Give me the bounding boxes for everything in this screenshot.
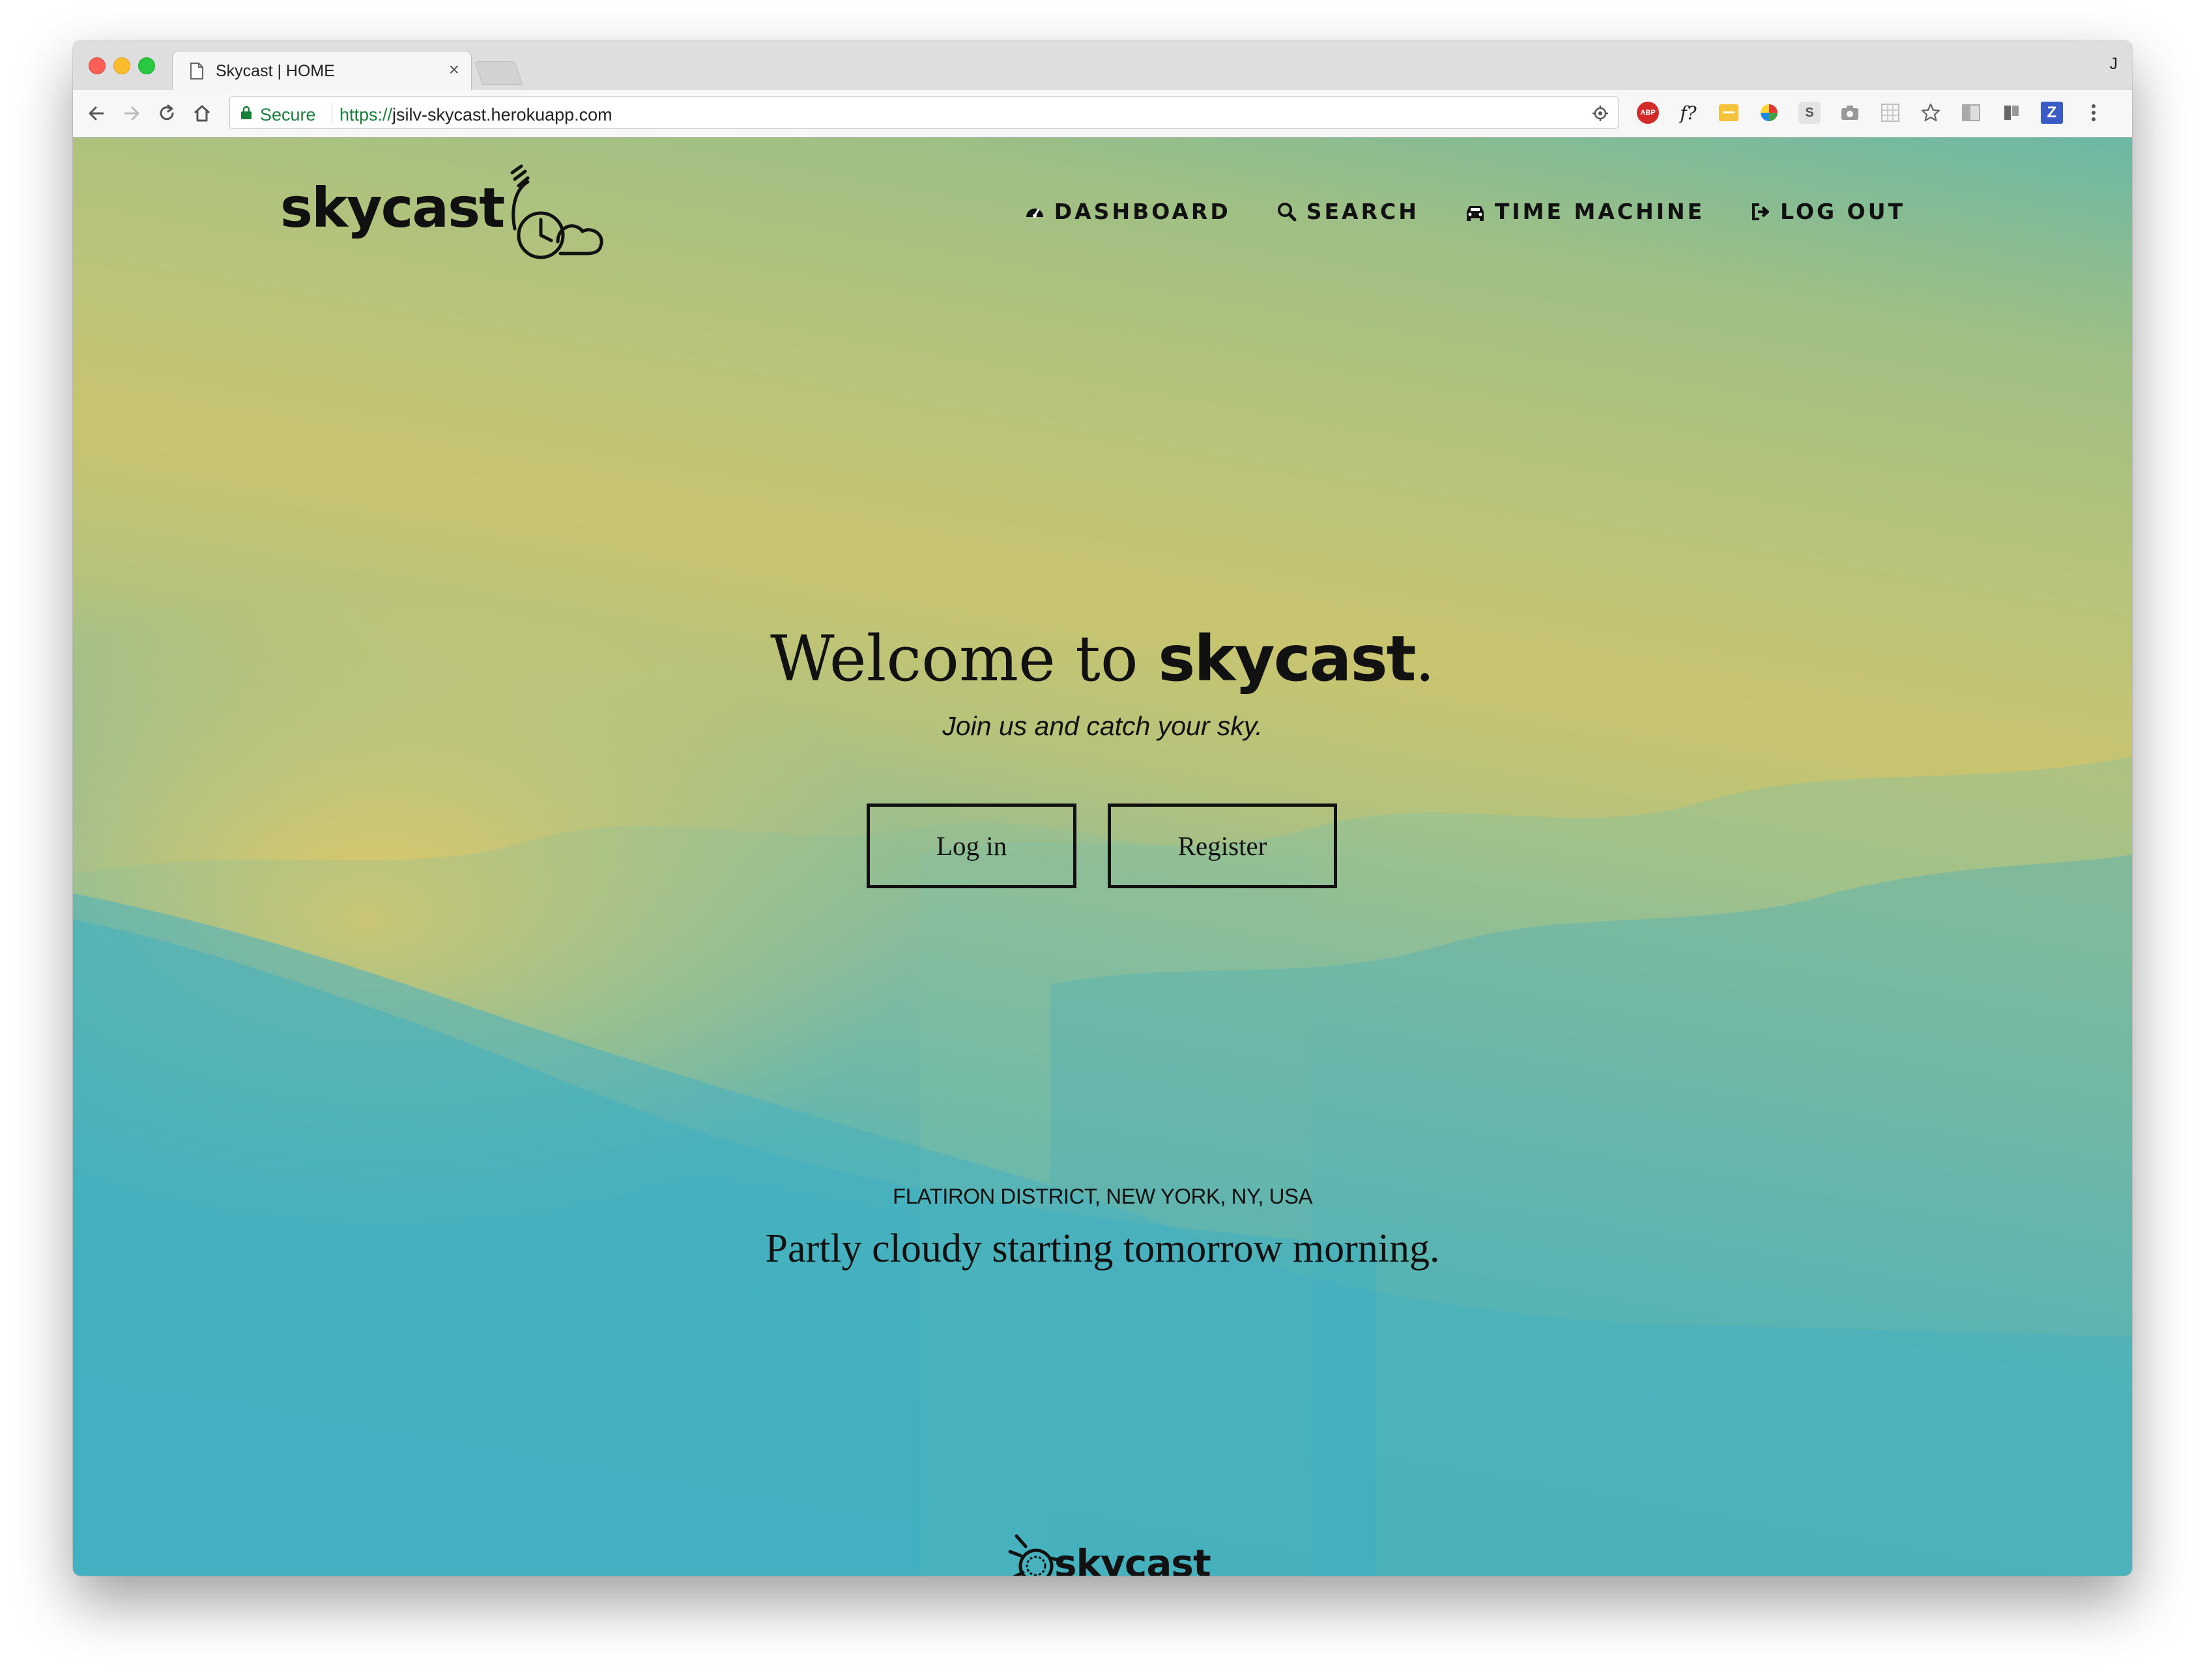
colorpicker-icon[interactable] [1758, 102, 1780, 124]
weather-location: FLATIRON DISTRICT, NEW YORK, NY, USA [893, 1184, 1312, 1208]
brand-wordmark: skycast [280, 176, 505, 240]
reader-icon[interactable] [1960, 102, 1982, 124]
notes-icon[interactable] [1718, 102, 1740, 124]
hero-subtitle: Join us and catch your sky. [942, 711, 1263, 741]
bookmark-glyph [2004, 106, 2019, 120]
car-icon [1466, 205, 1484, 221]
home-icon[interactable] [192, 103, 212, 124]
new-tab-button[interactable] [474, 61, 523, 85]
page-icon [190, 63, 203, 80]
hero-title-suffix: . [1415, 622, 1435, 695]
tab-title: Skycast | HOME [216, 62, 335, 80]
camera-icon[interactable] [1839, 102, 1861, 124]
weather-summary: Partly cloudy starting tomorrow morning. [765, 1226, 1440, 1271]
register-button[interactable]: Register [1108, 804, 1337, 888]
hero-title-brand: skycast [1158, 622, 1416, 695]
browser-toolbar: Secure https://jsilv-skycast.herokuapp.c… [73, 90, 2132, 138]
menu-icon[interactable] [2082, 102, 2105, 124]
tab-strip: Skycast | HOME × J [73, 40, 2132, 91]
sign-out-icon [1752, 203, 1770, 220]
url-host: jsilv-skycast.herokuapp.com [392, 105, 612, 124]
search-icon [1277, 202, 1297, 221]
reader-glyph [1962, 104, 1980, 121]
nav-search[interactable]: SEARCH [1276, 199, 1419, 224]
main-nav: DASHBOARD SEARCH TIME MACHINE LOG OUT [1024, 199, 1905, 224]
location-icon[interactable] [1592, 105, 1609, 122]
browser-window: Skycast | HOME × J Secure https://jsilv-… [73, 40, 2132, 1576]
fontface-icon[interactable]: f? [1677, 102, 1699, 124]
hero-title-prefix: Welcome to [770, 622, 1159, 695]
footer-logo[interactable]: skycast [1007, 1532, 1211, 1576]
fontface-label: f? [1680, 102, 1697, 124]
tab-close-icon[interactable]: × [449, 60, 459, 80]
bookmark-icon[interactable] [2000, 102, 2023, 124]
brand-logo[interactable]: skycast [280, 160, 606, 264]
url-text[interactable]: https://jsilv-skycast.herokuapp.com [339, 105, 612, 125]
abp-label: ABP [1640, 109, 1656, 117]
window-maximize-button[interactable] [138, 57, 155, 74]
mountain-background [73, 757, 2132, 1576]
browser-tab[interactable]: Skycast | HOME × [172, 51, 472, 90]
forward-icon[interactable] [121, 103, 142, 124]
abp-icon[interactable]: ABP [1637, 102, 1659, 124]
login-button[interactable]: Log in [867, 804, 1076, 888]
colorpicker-glyph [1761, 104, 1778, 121]
z-icon[interactable]: Z [2041, 102, 2063, 124]
nav-search-label: SEARCH [1306, 199, 1419, 224]
s-icon[interactable]: S [1798, 102, 1821, 124]
window-minimize-button[interactable] [113, 57, 130, 74]
footer-wordmark: skycast [1054, 1541, 1211, 1576]
camera-glyph [1841, 106, 1858, 120]
reload-icon[interactable] [156, 103, 177, 124]
window-close-button[interactable] [89, 57, 106, 74]
lock-icon [241, 106, 252, 119]
page-content: skycast DASHBOARD SEARCH TIME MACHINE LO… [73, 138, 2132, 1576]
grid-glyph [1881, 104, 1899, 122]
url-scheme: https:// [339, 105, 393, 124]
star-glyph [1921, 103, 1940, 122]
star-icon[interactable] [1920, 102, 1942, 124]
nav-time-machine-label: TIME MACHINE [1494, 199, 1705, 224]
clock-cloud-icon [510, 164, 603, 259]
address-bar[interactable]: Secure https://jsilv-skycast.herokuapp.c… [229, 96, 1619, 129]
secure-label: Secure [260, 105, 316, 124]
nav-dashboard[interactable]: DASHBOARD [1024, 199, 1231, 224]
profile-button[interactable]: J [2110, 55, 2118, 74]
nav-dashboard-label: DASHBOARD [1054, 199, 1231, 224]
back-icon[interactable] [86, 103, 107, 124]
nav-log-out[interactable]: LOG OUT [1750, 199, 1905, 224]
grid-icon[interactable] [1879, 102, 1901, 124]
s-label: S [1805, 105, 1814, 120]
nav-time-machine[interactable]: TIME MACHINE [1465, 199, 1705, 224]
notes-glyph [1719, 104, 1738, 121]
dashboard-icon [1026, 208, 1043, 218]
menu-glyph [2092, 104, 2096, 121]
nav-log-out-label: LOG OUT [1780, 199, 1905, 224]
hero-title: Welcome to skycast. [73, 620, 2132, 698]
z-label: Z [2047, 104, 2057, 121]
